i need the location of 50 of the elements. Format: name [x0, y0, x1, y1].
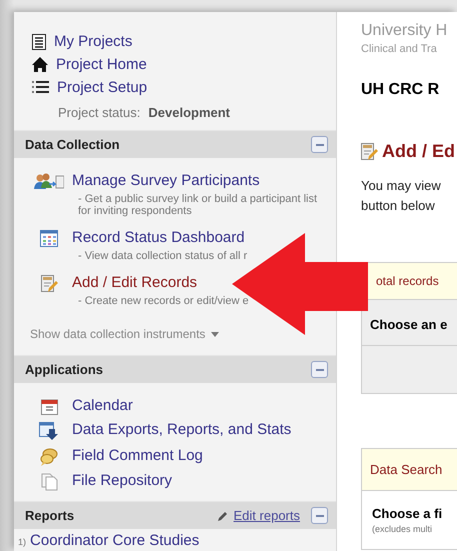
search-header: Data Search: [362, 449, 457, 491]
item-description: - Create new records or edit/view e: [77, 294, 249, 309]
minus-icon: [316, 368, 324, 370]
nav-link[interactable]: Manage Survey Participants: [72, 172, 260, 189]
status-value: Development: [148, 105, 230, 120]
report-link[interactable]: Coordinator Core Studies: [30, 532, 200, 549]
search-note: (excludes multi: [372, 524, 434, 534]
edit-reports-link[interactable]: Edit reports: [234, 508, 300, 523]
item-description: - View data collection status of all r: [77, 249, 248, 264]
menu-link[interactable]: Project Home: [56, 56, 147, 73]
pencil-icon: [218, 510, 229, 521]
nav-link[interactable]: Calendar: [72, 397, 133, 414]
collapse-button[interactable]: [311, 507, 328, 524]
menu-link[interactable]: My Projects: [54, 33, 132, 50]
export-icon: [39, 422, 59, 441]
search-field-label: Choose a fi: [372, 506, 444, 521]
collapse-button[interactable]: [311, 361, 328, 378]
intro-text: button below: [361, 197, 436, 215]
minus-icon: [316, 144, 324, 146]
institution-subtitle: Clinical and Tra: [361, 43, 438, 55]
status-label: Project status:: [58, 105, 140, 120]
intro-text: You may view: [361, 177, 442, 195]
nav-link[interactable]: File Repository: [72, 472, 172, 489]
collapse-button[interactable]: [311, 136, 328, 153]
list-icon: [32, 34, 46, 50]
project-title: UH CRC R: [361, 81, 440, 99]
report-number: 1): [18, 536, 26, 549]
list-icon: [32, 81, 49, 94]
nav-link[interactable]: Record Status Dashboard: [72, 229, 245, 246]
edit-icon: [361, 142, 378, 160]
home-icon: [32, 57, 48, 72]
edit-icon: [40, 275, 58, 293]
nav-link[interactable]: Field Comment Log: [72, 447, 203, 464]
section-title: Reports: [25, 508, 74, 523]
section-title: Applications: [25, 362, 104, 377]
people-icon: [34, 173, 64, 191]
caret-icon: [211, 332, 220, 336]
page-title: Add / Ed: [382, 141, 455, 162]
institution-name: University H: [361, 22, 448, 40]
menu-link[interactable]: Project Setup: [57, 79, 148, 96]
section-title: Data Collection: [25, 137, 120, 152]
nav-link[interactable]: Data Exports, Reports, and Stats: [72, 421, 292, 438]
nav-link[interactable]: Add / Edit Records: [72, 274, 198, 291]
minus-icon: [316, 514, 324, 516]
panel-header: Choose an e: [362, 300, 457, 346]
item-description: - Get a public survey link or build a participant list for inviting respondents: [77, 192, 318, 219]
grid-icon: [40, 230, 58, 247]
documents-icon: [40, 473, 58, 491]
speech-bubbles-icon: [40, 448, 58, 466]
calendar-icon: [40, 398, 58, 415]
